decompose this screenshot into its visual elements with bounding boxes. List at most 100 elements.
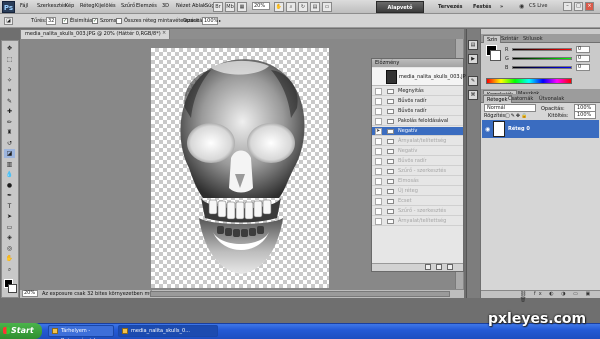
opacity-dropdown-arrow-icon[interactable]: ▸ — [219, 18, 221, 23]
history-source-checkbox[interactable] — [375, 208, 382, 215]
history-source-checkbox[interactable] — [375, 188, 382, 195]
tab-swatches[interactable]: Színtár — [498, 35, 521, 43]
lock-icons[interactable]: ▢✎✥🔒 — [505, 113, 528, 119]
background-color-picker[interactable] — [490, 50, 501, 61]
minimize-icon[interactable]: – — [563, 2, 572, 11]
close-icon[interactable]: × — [585, 2, 594, 11]
history-step[interactable]: Megnyitás — [372, 87, 463, 96]
menu-item[interactable]: Ablak — [192, 3, 206, 9]
quick-select-tool-icon[interactable]: ✧ — [4, 76, 15, 85]
menu-item[interactable]: Nézet — [176, 3, 190, 9]
history-source-checkbox[interactable] — [375, 198, 382, 205]
cslive-button[interactable]: CS Live — [529, 3, 547, 9]
history-brush-tool-icon[interactable]: ↺ — [4, 139, 15, 148]
history-source-checkbox[interactable] — [375, 98, 382, 105]
history-step[interactable]: Negatív — [372, 147, 463, 156]
history-step[interactable]: Ecset — [372, 197, 463, 206]
zoom-tool-icon[interactable]: ⌕ — [286, 2, 296, 12]
menu-item[interactable]: Kijelölés — [95, 3, 116, 9]
zoom-level-field[interactable]: 20% — [22, 290, 38, 297]
zoom-level-select[interactable]: 20% — [252, 2, 270, 10]
history-step[interactable]: Szűrő - szerkesztés — [372, 167, 463, 176]
trash-icon[interactable] — [447, 264, 453, 270]
color-spectrum[interactable] — [486, 78, 572, 84]
layer-name[interactable]: Réteg 0 — [508, 126, 530, 132]
minibridge-icon[interactable]: Mb — [225, 2, 235, 12]
clone-source-icon[interactable]: ⌘ — [468, 90, 478, 100]
color-slider[interactable] — [512, 57, 572, 60]
dodge-tool-icon[interactable]: ● — [4, 181, 15, 190]
history-step[interactable]: Bűvös radír — [372, 97, 463, 106]
history-source-checkbox[interactable]: ➤ — [375, 128, 382, 135]
tab-channels[interactable]: Csatornák — [505, 95, 536, 103]
zoom-tool-icon[interactable]: ⌕ — [4, 265, 15, 274]
3d-camera-tool-icon[interactable]: ◎ — [4, 244, 15, 253]
brush-tool-icon[interactable]: ✏ — [4, 118, 15, 127]
history-source-checkbox[interactable] — [375, 218, 382, 225]
history-source-checkbox[interactable] — [375, 88, 382, 95]
menu-item[interactable]: Réteg — [80, 3, 95, 9]
document-tab[interactable]: media_nalita_skulls_003.JPG @ 20% (Hátté… — [20, 29, 170, 39]
history-step[interactable]: Árnyalat/telítettség — [372, 137, 463, 146]
clone-stamp-tool-icon[interactable]: ♜ — [4, 128, 15, 137]
antialias-checkbox[interactable]: ✓ — [62, 18, 68, 24]
horizontal-scrollbar[interactable] — [150, 291, 450, 297]
slider-value-input[interactable]: 0 — [576, 46, 590, 53]
pen-tool-icon[interactable]: ✒ — [4, 191, 15, 200]
history-source-checkbox[interactable] — [375, 138, 382, 145]
hand-tool-icon[interactable]: ✋ — [4, 254, 15, 263]
history-step[interactable]: Árnyalat/telítettség — [372, 217, 463, 226]
history-source-checkbox[interactable] — [375, 148, 382, 155]
eraser-tool-icon[interactable]: ◪ — [4, 149, 15, 158]
gradient-tool-icon[interactable]: ▥ — [4, 160, 15, 169]
healing-tool-icon[interactable]: ✚ — [4, 107, 15, 116]
slider-value-input[interactable]: 0 — [576, 64, 590, 71]
restore-icon[interactable]: □ — [574, 2, 583, 11]
history-step[interactable]: Új réteg — [372, 187, 463, 196]
menu-item[interactable]: Szerkesztés — [37, 3, 67, 9]
lasso-tool-icon[interactable]: ↄ — [4, 65, 15, 74]
move-tool-icon[interactable]: ✥ — [4, 44, 15, 53]
taskbar-button[interactable]: Tárhelyem - Bejegyzéseink — [48, 325, 114, 339]
history-source-checkbox[interactable] — [375, 178, 382, 185]
menu-item[interactable]: Kép — [65, 3, 74, 9]
new-snapshot-icon[interactable] — [436, 264, 442, 270]
screen-mode-icon[interactable]: ▭ — [322, 2, 332, 12]
all-layers-checkbox[interactable] — [116, 18, 122, 24]
menu-item[interactable]: Fájl — [20, 3, 28, 9]
history-source-checkbox[interactable] — [375, 118, 382, 125]
marquee-tool-icon[interactable]: ⬚ — [4, 55, 15, 64]
history-source-checkbox[interactable] — [375, 158, 382, 165]
history-panel-icon[interactable]: ▤ — [468, 40, 478, 50]
tab-styles[interactable]: Stílusok — [520, 35, 546, 43]
blend-mode-select[interactable]: Normál — [484, 104, 536, 112]
history-step[interactable]: Pakolás feloldásával — [372, 117, 463, 126]
actions-panel-icon[interactable]: ▶ — [468, 54, 478, 64]
history-step[interactable]: Elmosás — [372, 177, 463, 186]
rotate-view-icon[interactable]: ↻ — [298, 2, 308, 12]
workspace-essentials-button[interactable]: Alapvető — [376, 1, 424, 13]
arrange-documents-icon[interactable]: ▤ — [310, 2, 320, 12]
more-workspaces-button[interactable]: » — [500, 4, 503, 10]
color-slider[interactable] — [512, 48, 572, 51]
fill-input[interactable]: 100% — [574, 111, 596, 119]
history-step[interactable]: ➤ Negatív — [372, 127, 463, 136]
tab-paths[interactable]: Útvonalak — [536, 95, 567, 103]
blur-tool-icon[interactable]: 💧 — [4, 170, 15, 179]
workspace-painting-button[interactable]: Festés — [473, 4, 491, 10]
bridge-icon[interactable]: Br — [213, 2, 223, 12]
opacity-input[interactable]: 100% — [202, 17, 218, 25]
3d-rotate-tool-icon[interactable]: ◈ — [4, 233, 15, 242]
eyedropper-tool-icon[interactable]: ✎ — [4, 97, 15, 106]
new-document-from-state-icon[interactable] — [425, 264, 431, 270]
history-panel-title[interactable]: Előzmény — [372, 59, 463, 67]
tab-close-icon[interactable]: × — [162, 30, 166, 36]
crop-tool-icon[interactable]: ⌗ — [4, 86, 15, 95]
eraser-preset-icon[interactable]: ◪ — [4, 17, 13, 25]
history-step[interactable]: Szűrő - szerkesztés — [372, 207, 463, 216]
history-source-checkbox[interactable] — [375, 168, 382, 175]
shape-tool-icon[interactable]: ▭ — [4, 223, 15, 232]
color-slider[interactable] — [512, 66, 572, 69]
tolerance-input[interactable]: 32 — [46, 17, 56, 25]
path-select-tool-icon[interactable]: ➤ — [4, 212, 15, 221]
